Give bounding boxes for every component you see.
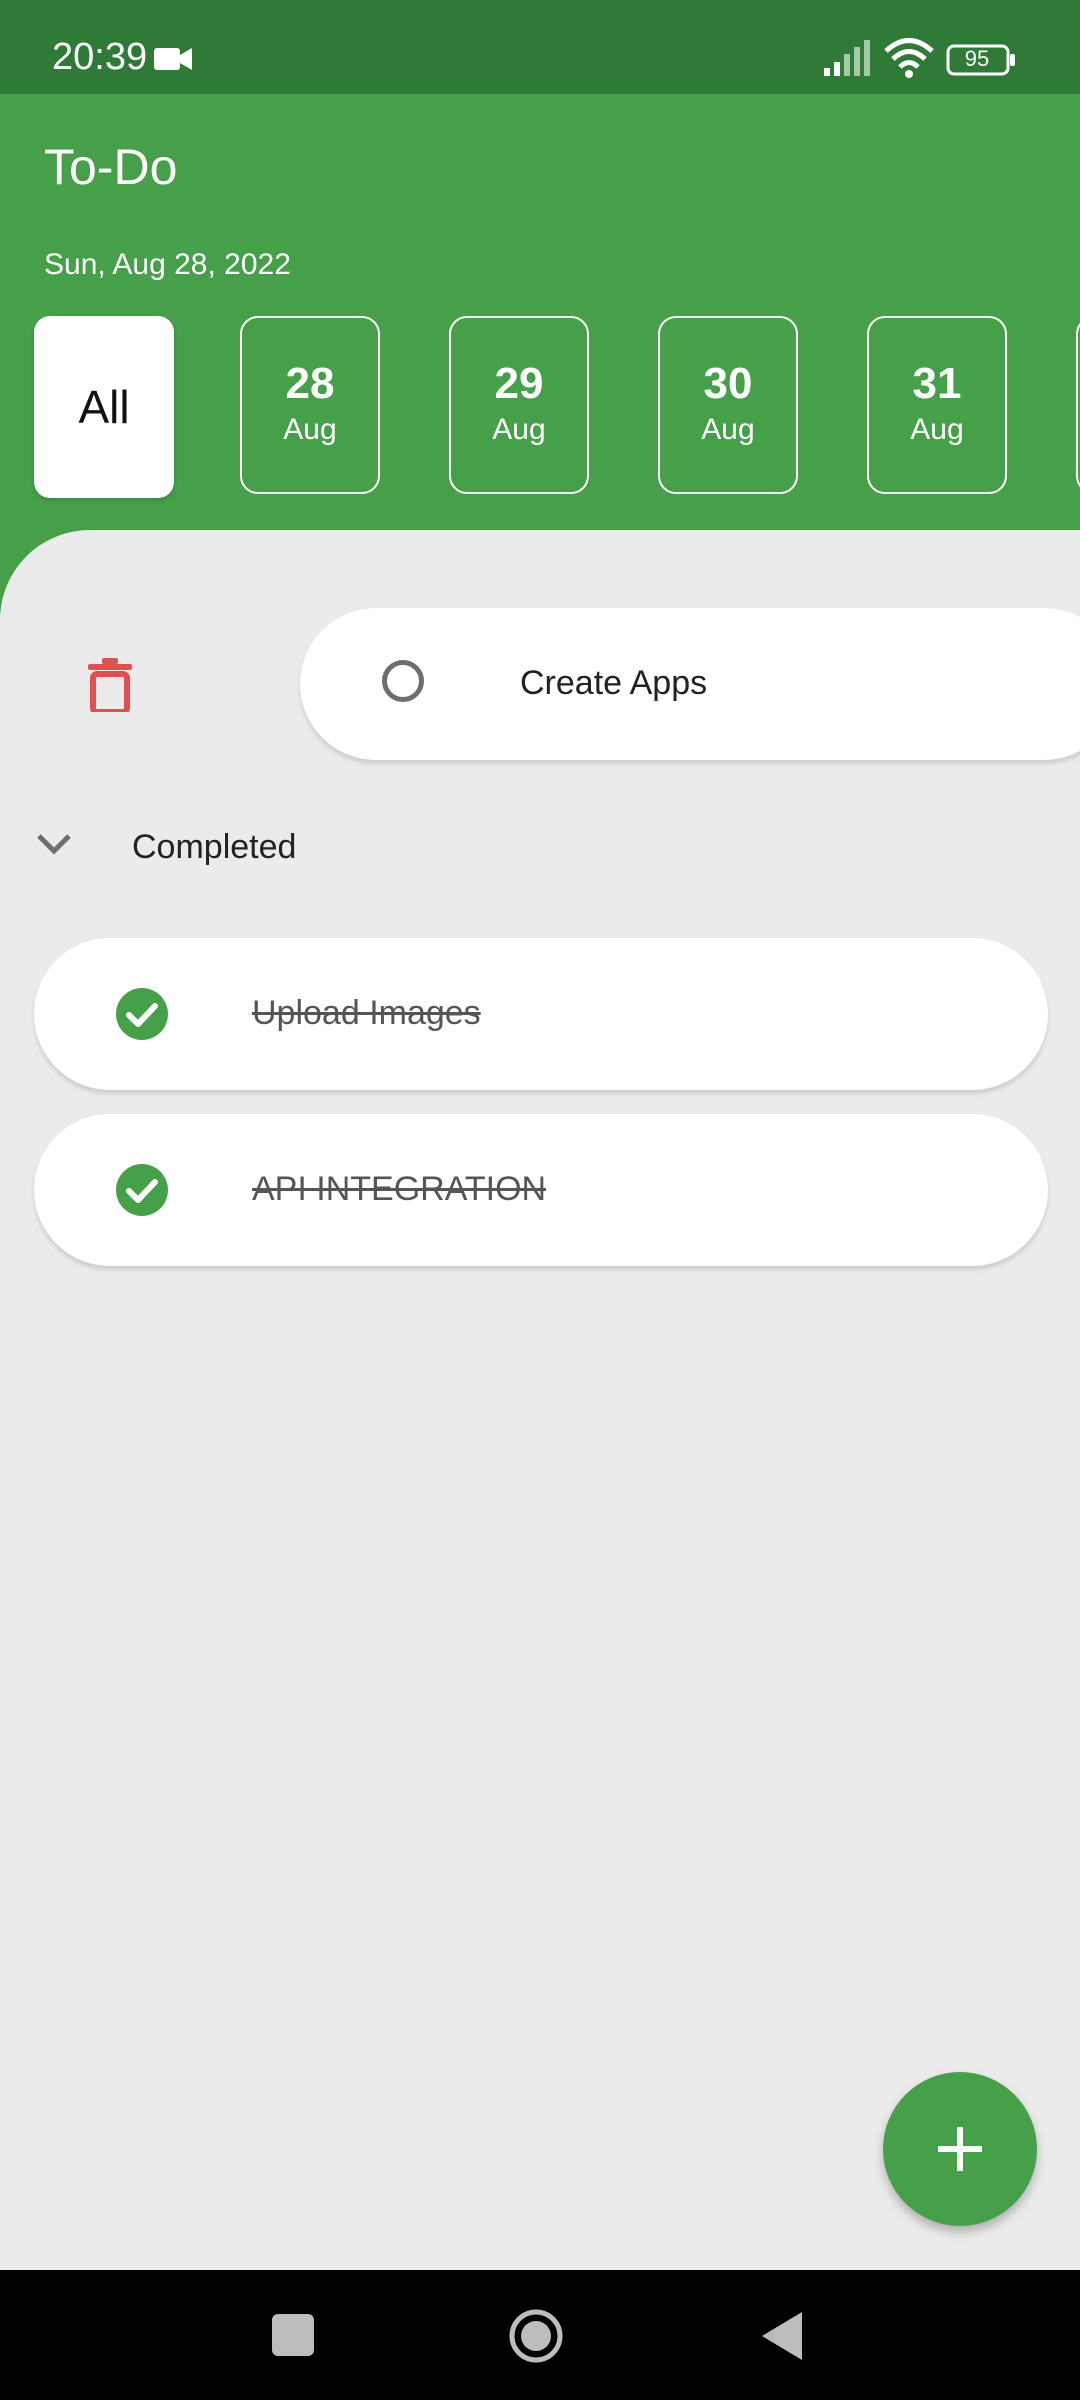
- battery-level: 95: [964, 46, 990, 71]
- completed-task-label: API INTEGRATION: [252, 1170, 547, 1208]
- date-chip-28[interactable]: 28 Aug: [240, 316, 380, 494]
- date-chip-29[interactable]: 29 Aug: [449, 316, 589, 494]
- filter-chip-all[interactable]: All: [34, 316, 174, 498]
- content-sheet: [0, 530, 1080, 2270]
- task-card[interactable]: Create Apps: [300, 608, 1080, 760]
- page-title: To-Do: [44, 139, 178, 195]
- date-chip-day: 31: [912, 359, 962, 408]
- filter-chip-all-label: All: [78, 381, 130, 433]
- check-circle-icon[interactable]: [116, 988, 168, 1040]
- date-chip-day: 30: [703, 359, 753, 408]
- back-icon[interactable]: [758, 2308, 804, 2364]
- date-chip-month: Aug: [283, 413, 337, 446]
- home-icon[interactable]: [508, 2308, 564, 2364]
- recents-icon[interactable]: [272, 2314, 314, 2356]
- current-date: Sun, Aug 28, 2022: [44, 248, 291, 281]
- completed-task-label: Upload Images: [252, 994, 481, 1032]
- system-nav-bar: [0, 2270, 1080, 2400]
- delete-icon[interactable]: [88, 658, 132, 712]
- chevron-down-icon: [37, 834, 71, 855]
- signal-icon: [824, 40, 870, 76]
- plus-icon: [938, 2127, 982, 2171]
- date-chip-31[interactable]: 31 Aug: [867, 316, 1007, 494]
- date-chip-month: Aug: [910, 413, 964, 446]
- date-chip-month: Aug: [701, 413, 755, 446]
- date-chip-day: 29: [494, 359, 544, 408]
- radio-unchecked-icon[interactable]: [382, 660, 424, 702]
- add-task-button[interactable]: [883, 2072, 1037, 2226]
- status-time: 20:39: [52, 36, 148, 78]
- task-label: Create Apps: [520, 664, 708, 702]
- wifi-icon: [884, 38, 934, 78]
- date-chip-day: 28: [285, 359, 335, 408]
- completed-task-card[interactable]: Upload Images: [34, 938, 1048, 1090]
- status-bar: 20:39 95: [0, 0, 1080, 94]
- date-chip-month: Aug: [492, 413, 546, 446]
- date-chip-30[interactable]: 30 Aug: [658, 316, 798, 494]
- check-circle-icon[interactable]: [116, 1164, 168, 1216]
- completed-section-toggle[interactable]: Completed: [0, 808, 600, 888]
- completed-task-card[interactable]: API INTEGRATION: [34, 1114, 1048, 1266]
- date-chip-next-partial[interactable]: [1076, 316, 1080, 494]
- video-camera-icon: [154, 48, 192, 70]
- completed-section-label: Completed: [132, 828, 297, 866]
